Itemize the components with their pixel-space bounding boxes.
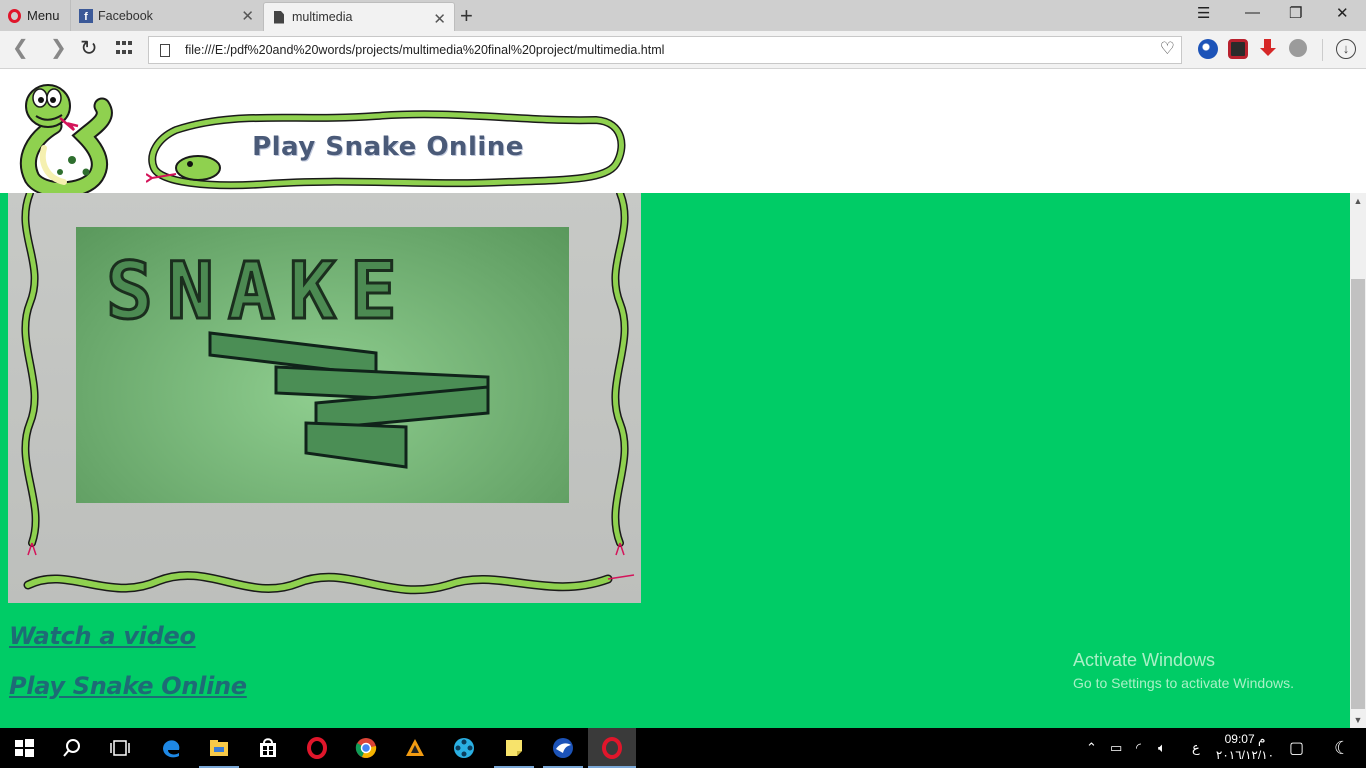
tab-menu-icon[interactable]: ☰ (1197, 4, 1210, 22)
opera-logo-icon (8, 8, 21, 23)
header-gutter (1350, 70, 1366, 193)
opera-icon (307, 737, 327, 759)
taskbar-edge[interactable] (147, 728, 195, 768)
toolbar-divider (1322, 39, 1323, 61)
vlc-like-icon (406, 739, 424, 756)
snake-mascot-image (19, 84, 113, 194)
snake-body-graphic (208, 331, 490, 469)
search-button[interactable] (48, 728, 96, 768)
new-tab-button[interactable]: + (460, 3, 473, 29)
extension-vpn-icon[interactable] (1289, 39, 1307, 57)
snake-3d-image: SNAKE (76, 227, 569, 503)
taskbar-chrome[interactable] (342, 728, 390, 768)
back-button[interactable]: ❮ (12, 38, 29, 58)
clock-date: ٢٠١٦/١٢/١٠ (1215, 748, 1275, 762)
clock-time: 09:07 م (1224, 732, 1266, 746)
restore-button[interactable]: ❐ (1289, 4, 1302, 22)
start-button[interactable] (0, 728, 48, 768)
start-icon (15, 739, 34, 757)
tray-expand-icon[interactable]: ⌃ (1086, 728, 1097, 768)
taskbar-store[interactable] (244, 728, 292, 768)
play-snake-online-banner: Play Snake Online (146, 108, 630, 190)
battery-icon[interactable]: ▭ (1110, 728, 1122, 768)
watch-video-link[interactable]: Watch a video (9, 622, 247, 650)
page-links: Watch a video Play Snake Online (9, 622, 247, 722)
extension-video-icon[interactable] (1228, 39, 1248, 59)
banner-title: Play Snake Online (252, 132, 524, 162)
task-view-button[interactable] (96, 728, 144, 768)
taskbar-opera[interactable] (293, 728, 341, 768)
watermark-subtitle: Go to Settings to activate Windows. (1073, 675, 1294, 691)
address-url[interactable]: file:///E:/pdf%20and%20words/projects/mu… (185, 43, 664, 57)
file-explorer-icon (210, 740, 228, 756)
close-icon[interactable]: ✕ (433, 10, 446, 28)
menu-label: Menu (27, 8, 60, 23)
windows-taskbar: ⌃ ▭ ◜ 🔈︎ ع 09:07 م ٢٠١٦/١٢/١٠ ▢ ☾ (0, 728, 1366, 768)
activate-windows-watermark: Activate Windows Go to Settings to activ… (1073, 650, 1294, 691)
sticky-notes-icon (506, 740, 522, 756)
web-page: Play Snake Online SNAKE Watch a video Pl… (0, 70, 1350, 728)
taskbar-vlc[interactable] (391, 728, 439, 768)
opera-active-icon (602, 737, 622, 759)
taskbar-opera-active[interactable] (588, 728, 636, 768)
taskbar-clock[interactable]: 09:07 م ٢٠١٦/١٢/١٠ (1215, 731, 1275, 763)
document-icon (274, 10, 284, 24)
extension-download-icon[interactable] (1258, 39, 1278, 59)
speed-dial-icon[interactable] (116, 41, 134, 57)
address-bar[interactable]: file:///E:/pdf%20and%20words/projects/mu… (148, 36, 1182, 64)
taskbar-media-player[interactable] (440, 728, 488, 768)
facebook-icon: f (79, 8, 93, 23)
search-icon (63, 739, 80, 757)
volume-icon[interactable]: 🔈︎ (1158, 728, 1166, 768)
play-snake-online-link[interactable]: Play Snake Online (9, 672, 247, 700)
film-reel-icon (454, 738, 474, 758)
taskbar-file-explorer[interactable] (195, 728, 243, 768)
action-center-icon[interactable]: ▢ (1289, 728, 1304, 768)
address-toolbar: ❮ ❯ ↻ file:///E:/pdf%20and%20words/proje… (0, 31, 1366, 69)
reload-button[interactable]: ↻ (80, 38, 98, 59)
tab-facebook[interactable]: f Facebook ✕ (70, 0, 262, 31)
tab-title: Facebook (98, 8, 153, 23)
vertical-scrollbar[interactable]: ▲ ▼ (1350, 193, 1366, 728)
page-info-icon[interactable] (160, 43, 170, 57)
tab-title: multimedia (292, 10, 353, 24)
scroll-thumb[interactable] (1351, 279, 1365, 709)
taskbar-eagle-app[interactable] (539, 728, 587, 768)
night-light-icon[interactable]: ☾ (1334, 728, 1350, 768)
wifi-icon[interactable]: ◜ (1136, 728, 1141, 768)
scroll-down-arrow[interactable]: ▼ (1350, 712, 1366, 728)
forward-button[interactable]: ❯ (50, 38, 67, 58)
extension-globe-icon[interactable] (1198, 39, 1218, 59)
minimize-button[interactable]: — (1245, 4, 1260, 21)
scroll-up-arrow[interactable]: ▲ (1350, 193, 1366, 209)
input-language[interactable]: ع (1192, 728, 1200, 768)
opera-menu-button[interactable]: Menu (0, 0, 68, 31)
close-window-button[interactable]: ✕ (1336, 4, 1349, 22)
page-header: Play Snake Online (0, 70, 1350, 194)
chrome-icon (355, 738, 377, 758)
watermark-title: Activate Windows (1073, 650, 1216, 670)
task-view-icon (110, 740, 130, 756)
eagle-app-icon (553, 738, 573, 758)
tab-strip: Menu f Facebook ✕ multimedia ✕ + ☰ — ❐ ✕ (0, 0, 1366, 31)
edge-icon (163, 740, 180, 758)
taskbar-sticky-notes[interactable] (490, 728, 538, 768)
tab-multimedia[interactable]: multimedia ✕ (263, 2, 455, 31)
store-icon (260, 738, 276, 757)
close-icon[interactable]: ✕ (241, 7, 254, 25)
downloads-icon[interactable]: ↓ (1336, 39, 1356, 59)
bookmark-heart-icon[interactable]: ♡ (1160, 39, 1175, 59)
snake-frame-image: SNAKE (8, 193, 641, 603)
